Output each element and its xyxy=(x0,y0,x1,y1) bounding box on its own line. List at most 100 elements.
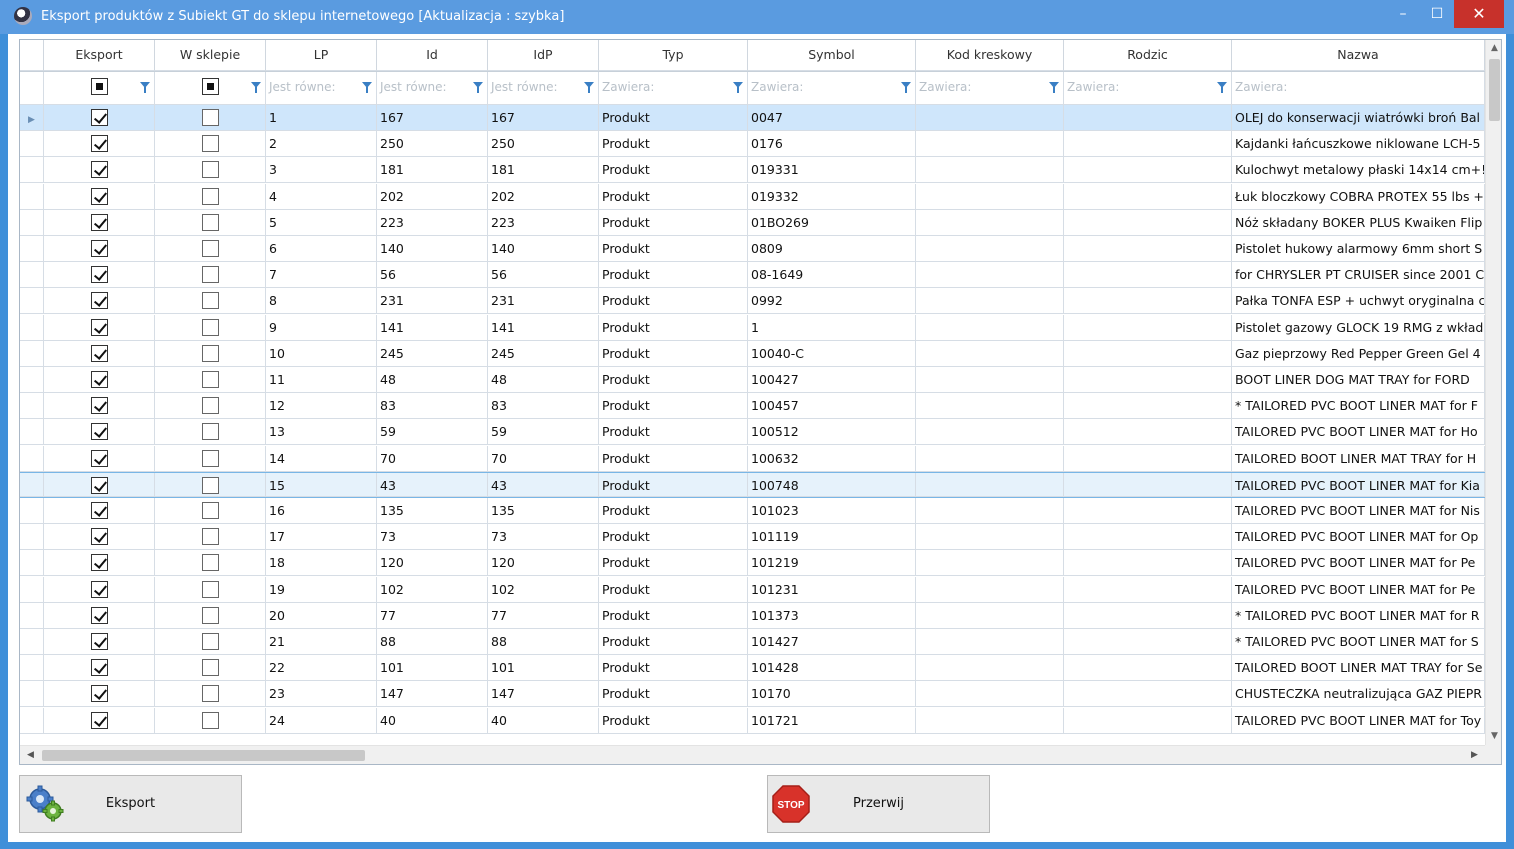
cell-nazwa[interactable]: * TAILORED PVC BOOT LINER MAT for F xyxy=(1232,393,1485,420)
wsklepie-checkbox[interactable] xyxy=(201,423,219,441)
cell-idp[interactable]: 181 xyxy=(488,157,599,184)
table-row[interactable]: 4 202 202 Produkt 019332 Łuk bloczkowy COBRA … xyxy=(20,183,1485,210)
cell-lp[interactable]: 14 xyxy=(266,445,377,472)
eksport-checkbox[interactable] xyxy=(90,161,108,179)
cell-nazwa[interactable]: OLEJ do konserwacji wiatrówki broń Bal xyxy=(1232,105,1485,131)
horizontal-scrollbar[interactable]: ◀ ▶ xyxy=(20,745,1485,764)
cell-kod[interactable] xyxy=(916,340,1064,367)
table-row[interactable]: 17 73 73 Produkt 101119 TAILORED PVC BOOT LIN… xyxy=(20,524,1485,551)
cell-lp[interactable]: 21 xyxy=(266,629,377,655)
scroll-up-icon[interactable]: ▲ xyxy=(1486,40,1501,57)
cell-symbol[interactable]: 101721 xyxy=(748,707,916,734)
cell-symbol[interactable]: 101427 xyxy=(748,629,916,655)
cell-idp[interactable]: 59 xyxy=(488,419,599,446)
cell-typ[interactable]: Produkt xyxy=(599,445,748,472)
cell-typ[interactable]: Produkt xyxy=(599,550,748,577)
table-row[interactable]: 8 231 231 Produkt 0992 Pałka TONFA ESP + uchw… xyxy=(20,288,1485,315)
cell-typ[interactable]: Produkt xyxy=(599,393,748,420)
cell-nazwa[interactable]: Pistolet hukowy alarmowy 6mm short S xyxy=(1232,236,1485,262)
cell-id[interactable]: 40 xyxy=(377,707,488,734)
cell-lp[interactable]: 8 xyxy=(266,288,377,315)
cell-id[interactable]: 245 xyxy=(377,340,488,367)
row-indicator[interactable] xyxy=(20,183,44,210)
cell-wsklepie[interactable] xyxy=(155,262,266,289)
table-row[interactable]: 15 43 43 Produkt 100748 TAILORED PVC BOOT LIN… xyxy=(20,471,1485,498)
cell-id[interactable]: 140 xyxy=(377,236,488,262)
cell-wsklepie[interactable] xyxy=(155,445,266,472)
cell-kod[interactable] xyxy=(916,576,1064,603)
cell-kod[interactable] xyxy=(916,602,1064,629)
cell-kod[interactable] xyxy=(916,131,1064,158)
filter-rodzic-input[interactable]: Zawiera: xyxy=(1064,72,1232,105)
cell-typ[interactable]: Produkt xyxy=(599,209,748,236)
cell-lp[interactable]: 6 xyxy=(266,236,377,262)
cell-rodzic[interactable] xyxy=(1064,288,1232,315)
cell-rodzic[interactable] xyxy=(1064,183,1232,210)
filter-id-input[interactable]: Jest równe: xyxy=(377,72,488,105)
cell-kod[interactable] xyxy=(916,262,1064,289)
cell-typ[interactable]: Produkt xyxy=(599,131,748,158)
cell-wsklepie[interactable] xyxy=(155,236,266,262)
row-indicator[interactable] xyxy=(20,131,44,158)
wsklepie-checkbox[interactable] xyxy=(201,109,219,126)
cell-rodzic[interactable] xyxy=(1064,367,1232,393)
row-indicator[interactable] xyxy=(20,262,44,289)
table-row[interactable]: 12 83 83 Produkt 100457 * TAILORED PVC BOOT L… xyxy=(20,393,1485,420)
cell-eksport[interactable] xyxy=(44,445,155,472)
cell-wsklepie[interactable] xyxy=(155,314,266,341)
cell-eksport[interactable] xyxy=(44,183,155,210)
cell-kod[interactable] xyxy=(916,314,1064,341)
cell-rodzic[interactable] xyxy=(1064,209,1232,236)
row-indicator[interactable] xyxy=(20,367,44,393)
cell-symbol[interactable]: 100427 xyxy=(748,367,916,393)
cell-lp[interactable]: 9 xyxy=(266,314,377,341)
cell-wsklepie[interactable] xyxy=(155,367,266,393)
cell-symbol[interactable]: 08-1649 xyxy=(748,262,916,289)
cell-kod[interactable] xyxy=(916,472,1064,497)
cell-eksport[interactable] xyxy=(44,157,155,184)
cell-rodzic[interactable] xyxy=(1064,707,1232,734)
filter-lp-input[interactable]: Jest równe: xyxy=(266,72,377,105)
cell-idp[interactable]: 245 xyxy=(488,340,599,367)
row-indicator[interactable] xyxy=(20,550,44,577)
filter-icon[interactable] xyxy=(362,82,372,93)
column-header-lp[interactable]: LP xyxy=(266,40,377,71)
cell-symbol[interactable]: 101373 xyxy=(748,602,916,629)
cell-idp[interactable]: 40 xyxy=(488,707,599,734)
eksport-checkbox[interactable] xyxy=(90,528,108,546)
products-grid[interactable]: Eksport W sklepie LP Id IdP Typ Symbol Kod kres… xyxy=(20,40,1485,745)
filter-wsklepie[interactable] xyxy=(155,72,266,105)
cell-symbol[interactable]: 0047 xyxy=(748,105,916,131)
cell-nazwa[interactable]: BOOT LINER DOG MAT TRAY for FORD xyxy=(1232,367,1485,393)
cell-eksport[interactable] xyxy=(44,314,155,341)
row-indicator[interactable] xyxy=(20,314,44,341)
cell-id[interactable]: 70 xyxy=(377,445,488,472)
cell-lp[interactable]: 18 xyxy=(266,550,377,577)
cell-eksport[interactable] xyxy=(44,681,155,708)
wsklepie-checkbox[interactable] xyxy=(201,266,219,284)
cell-wsklepie[interactable] xyxy=(155,393,266,420)
cell-lp[interactable]: 20 xyxy=(266,602,377,629)
row-indicator[interactable] xyxy=(20,236,44,262)
cell-nazwa[interactable]: * TAILORED PVC BOOT LINER MAT for S xyxy=(1232,629,1485,655)
cell-typ[interactable]: Produkt xyxy=(599,288,748,315)
cell-nazwa[interactable]: TAILORED PVC BOOT LINER MAT for Op xyxy=(1232,524,1485,551)
eksport-checkbox[interactable] xyxy=(90,292,108,310)
cell-lp[interactable]: 12 xyxy=(266,393,377,420)
cell-rodzic[interactable] xyxy=(1064,131,1232,158)
cell-lp[interactable]: 23 xyxy=(266,681,377,708)
eksport-checkbox[interactable] xyxy=(90,423,108,441)
cell-wsklepie[interactable] xyxy=(155,183,266,210)
cell-kod[interactable] xyxy=(916,105,1064,131)
filter-symbol-input[interactable]: Zawiera: xyxy=(748,72,916,105)
row-indicator[interactable] xyxy=(20,576,44,603)
cell-nazwa[interactable]: TAILORED PVC BOOT LINER MAT for Pe xyxy=(1232,576,1485,603)
filter-eksport-checkbox[interactable] xyxy=(90,78,108,95)
cell-idp[interactable]: 73 xyxy=(488,524,599,551)
filter-icon[interactable] xyxy=(1049,82,1059,93)
cell-lp[interactable]: 16 xyxy=(266,498,377,524)
cell-eksport[interactable] xyxy=(44,262,155,289)
cell-rodzic[interactable] xyxy=(1064,550,1232,577)
cell-nazwa[interactable]: Pistolet gazowy GLOCK 19 RMG z wkład xyxy=(1232,314,1485,341)
table-row[interactable]: 7 56 56 Produkt 08-1649 for CHRYSLER PT CRUIS… xyxy=(20,262,1485,289)
